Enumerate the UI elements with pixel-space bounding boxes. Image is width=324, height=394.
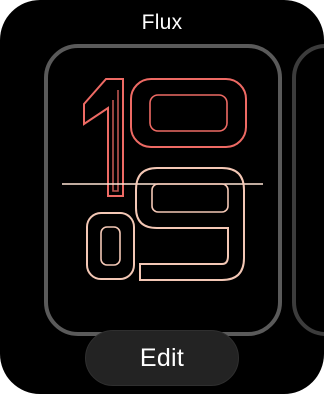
minute-digit-9-inner — [151, 183, 229, 213]
hour-digits — [83, 78, 247, 197]
hour-digit-0-inner — [149, 94, 228, 132]
edit-button[interactable]: Edit — [85, 330, 239, 386]
minute-digit-0-outer — [86, 212, 135, 280]
hour-digit-1-inner — [112, 90, 119, 192]
minute-digit-0-inner — [100, 226, 121, 266]
watch-screen: Flux Edit — [0, 0, 324, 394]
hour-digit-1 — [83, 78, 124, 197]
hour-digit-0-outer — [130, 78, 247, 148]
